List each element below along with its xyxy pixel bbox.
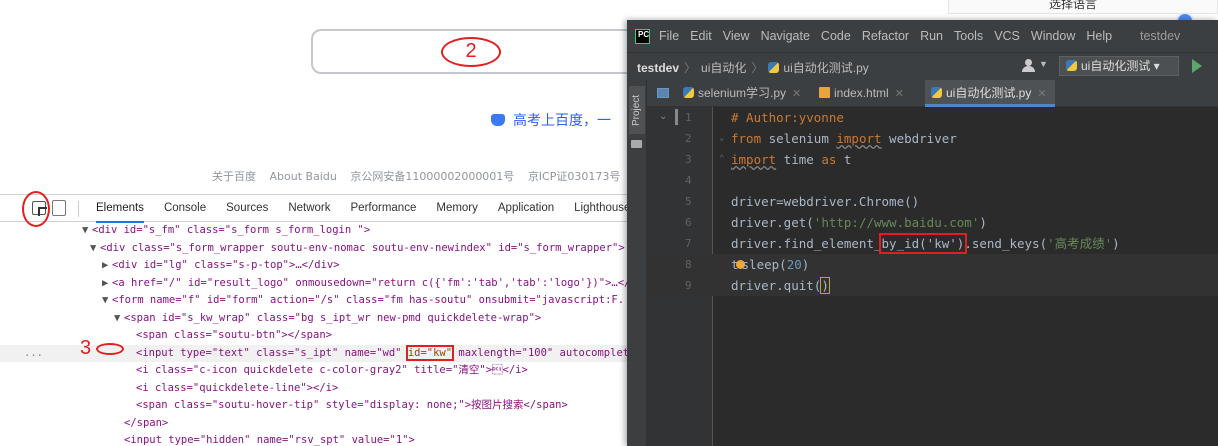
tab-label: index.html [834,86,889,100]
tab-index-html[interactable]: index.html ✕ [819,80,912,107]
device-toolbar-icon[interactable] [52,200,66,216]
dom-node[interactable]: ▼ <span id="s_kw_wrap" class="bg s_ipt_wr… [0,310,630,328]
menu-code[interactable]: Code [821,29,851,43]
tab-lighthouse[interactable]: Lighthouse [574,195,630,223]
breadcrumb: testdev 〉 ui自动化〉 ui自动化测试.py [637,61,869,75]
side-tool-strip: Project [627,80,647,446]
python-file-icon [768,62,780,73]
tab-selenium-py[interactable]: selenium学习.py ✕ [683,80,809,107]
python-file-icon [1066,60,1077,71]
tab-network[interactable]: Network [288,195,330,223]
hot-news-text: 高考上百度，一 [513,113,611,129]
gutter-dots: ... [24,346,43,359]
menu-navigate[interactable]: Navigate [761,29,810,43]
dom-node-selected[interactable]: ... <input type="text" class="s_ipt" name… [0,344,630,362]
dom-node[interactable]: <input type="hidden" name="rsv_spt" valu… [0,432,630,446]
code-editor[interactable]: ⌄ 1 # Author:yvonne 2 ⌄ from selenium im… [647,107,1218,446]
dom-node[interactable]: <span class="soutu-btn"></span> [0,327,630,345]
main-menu: File Edit View Navigate Code Refactor Ru… [659,29,1123,43]
code-line[interactable]: 2 ⌄ from selenium import webdriver [647,128,1218,149]
menu-vcs[interactable]: VCS [994,29,1020,43]
tab-console[interactable]: Console [164,195,206,223]
tab-performance[interactable]: Performance [351,195,417,223]
menu-refactor[interactable]: Refactor [862,29,909,43]
menu-bar: PC File Edit View Navigate Code Refactor… [627,20,1218,52]
close-icon[interactable]: ✕ [1037,88,1046,100]
tab-label: ui自动化测试.py [946,86,1032,100]
run-icon[interactable] [1192,59,1202,73]
menu-run[interactable]: Run [920,29,943,43]
folder-icon [631,140,642,148]
window-project-title: testdev [1140,29,1181,43]
user-icon[interactable] [1021,59,1037,73]
footer-about-link[interactable]: 关于百度 [212,170,256,183]
code-line[interactable]: 9 driver.quit() [647,275,1218,296]
code-line[interactable]: 5 driver=webdriver.Chrome() [647,191,1218,212]
code-line[interactable]: 7 driver.find_element_by_id('kw').send_k… [647,233,1218,254]
menu-window[interactable]: Window [1031,29,1075,43]
code-line[interactable]: 4 [647,170,1218,191]
dom-node[interactable]: <i class="c-icon quickdelete c-color-gra… [0,362,630,380]
footer-police-record[interactable]: 京公网安备11000002000001号 [350,170,514,183]
code-line[interactable]: 3 ⌃ import time as t [647,149,1218,170]
tab-ui-test-py[interactable]: ui自动化测试.py ✕ [925,80,1055,107]
dom-node[interactable]: ▶ <div id="lg" class="s-p-top">…</div> [0,257,630,275]
menu-tools[interactable]: Tools [954,29,983,43]
tab-sources[interactable]: Sources [226,195,268,223]
graduation-cap-icon [491,114,505,126]
close-icon[interactable]: ✕ [895,88,904,100]
dom-node[interactable]: <i class="quickdelete-line"></i> [0,380,630,398]
footer: 关于百度 About Baidu 京公网安备11000002000001号 京I… [212,168,655,184]
project-tool-button[interactable]: Project [629,86,645,134]
html-file-icon [819,87,830,98]
annotation-3-oval [96,343,124,355]
close-icon[interactable]: ✕ [792,88,801,100]
dom-node[interactable]: ▼ <div class="s_form_wrapper soutu-env-no… [0,240,630,258]
menu-file[interactable]: File [659,29,679,43]
python-file-icon [931,87,942,98]
code-line[interactable]: 1 # Author:yvonne [647,107,1218,128]
devtools-tabs: Elements Console Sources Network Perform… [96,195,650,223]
footer-icp[interactable]: 京ICP证030173号 [528,170,621,183]
annotation-2-circle: 2 [441,37,501,67]
dom-node[interactable]: ▼ <div id="s_fm" class="s_form s_form_log… [0,222,630,240]
dom-node[interactable]: </span> [0,415,630,433]
breadcrumb-file[interactable]: ui自动化测试.py [783,61,868,75]
python-file-icon [683,87,694,98]
baidu-logo [520,0,630,4]
menu-view[interactable]: View [723,29,750,43]
navigation-bar: testdev 〉 ui自动化〉 ui自动化测试.py ▼ ui自动化测试 ▾ [627,52,1218,80]
structure-icon[interactable] [657,88,669,98]
elements-dom-tree: ▼ <div id="s_fm" class="s_form s_form_log… [0,222,630,446]
menu-help[interactable]: Help [1086,29,1112,43]
breadcrumb-project[interactable]: testdev [637,61,679,75]
hot-news-link[interactable]: 高考上百度，一 [491,110,611,130]
toolbar-divider [78,201,79,217]
code-line[interactable]: 6 driver.get('http://www.baidu.com') [647,212,1218,233]
pycharm-window: PC File Edit View Navigate Code Refactor… [627,20,1218,446]
devtools-toolbar: Elements Console Sources Network Perform… [0,194,630,223]
language-select-label: 选择语言 [1049,0,1098,11]
tab-label: selenium学习.py [698,86,787,100]
tab-elements[interactable]: Elements [96,195,144,223]
dom-node[interactable]: ▶ <a href="/" id="result_logo" onmousedow… [0,275,630,293]
dom-node[interactable]: ▼ <form name="f" id="form" action="/s" cl… [0,292,630,310]
dom-node[interactable]: <span class="soutu-hover-tip" style="dis… [0,397,630,415]
menu-edit[interactable]: Edit [690,29,712,43]
editor-tabs: selenium学习.py ✕ index.html ✕ ui自动化测试.py ✕ [647,80,1218,107]
pycharm-logo-icon: PC [635,29,650,44]
id-kw-highlight: id="kw" [405,344,455,361]
breadcrumb-folder[interactable]: ui自动化 [701,61,746,75]
by-id-highlight: by_id('kw') [878,233,968,254]
run-configuration-select[interactable]: ui自动化测试 ▾ [1059,56,1179,76]
tab-application[interactable]: Application [498,195,554,223]
code-line[interactable]: 8 t sleep(20) [647,254,1218,275]
footer-about-en-link[interactable]: About Baidu [270,170,337,183]
language-select[interactable]: 选择语言 [948,0,1218,14]
chevron-down-icon[interactable]: ▼ [1039,59,1048,69]
annotation-3-label: 3 [80,337,92,359]
tab-memory[interactable]: Memory [436,195,478,223]
run-configuration-label: ui自动化测试 ▾ [1081,59,1160,73]
